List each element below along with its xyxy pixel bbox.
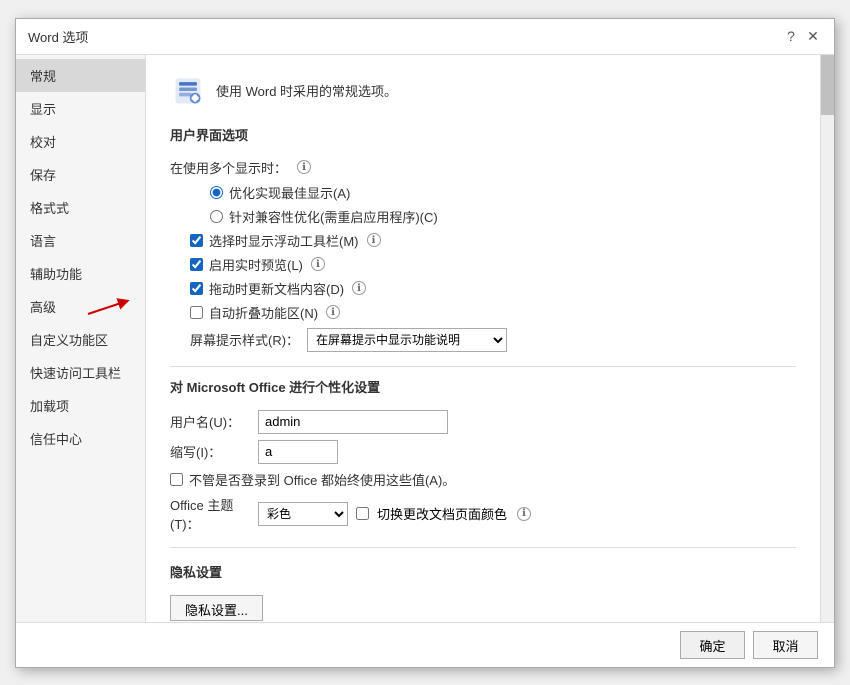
dialog-title: Word 选项 — [28, 27, 88, 46]
compat-radio[interactable] — [210, 210, 223, 223]
optimize-label[interactable]: 优化实现最佳显示(A) — [229, 183, 350, 202]
general-options-icon — [172, 75, 204, 107]
username-row: 用户名(U)： — [170, 410, 796, 434]
drag-update-checkbox[interactable] — [190, 282, 203, 295]
compat-label[interactable]: 针对兼容性优化(需重启应用程序)(C) — [229, 207, 438, 226]
multi-display-label: 在使用多个显示时： — [170, 158, 287, 177]
privacy-section-title: 隐私设置 — [170, 562, 796, 585]
drag-update-label[interactable]: 拖动时更新文档内容(D) — [209, 279, 344, 298]
theme-row: Office 主题(T)： 彩色 深灰色 黑色 白色 切换更改文档页面颜色 ℹ — [170, 495, 796, 533]
change-bg-label[interactable]: 切换更改文档页面颜色 — [377, 504, 507, 523]
optimize-radio-row: 优化实现最佳显示(A) — [170, 183, 796, 202]
multi-display-row: 在使用多个显示时： ℹ — [170, 158, 796, 177]
screen-tip-select[interactable]: 在屏幕提示中显示功能说明 不显示功能说明 不显示屏幕提示 — [307, 328, 507, 352]
multi-display-info-icon[interactable]: ℹ — [297, 160, 311, 174]
section-header: 使用 Word 时采用的常规选项。 — [170, 73, 796, 109]
initials-label: 缩写(I)： — [170, 442, 250, 461]
sidebar-item-addins[interactable]: 加载项 — [16, 389, 145, 422]
separator-1 — [170, 366, 796, 367]
always-use-row: 不管是否登录到 Office 都始终使用这些值(A)。 — [170, 470, 796, 489]
compat-radio-row: 针对兼容性优化(需重启应用程序)(C) — [170, 207, 796, 226]
dialog-body: 常规 显示 校对 保存 格式式 语言 辅助功能 高级 — [16, 55, 834, 622]
sidebar: 常规 显示 校对 保存 格式式 语言 辅助功能 高级 — [16, 55, 146, 622]
scrollbar-thumb[interactable] — [821, 55, 834, 115]
auto-collapse-row: 自动折叠功能区(N) ℹ — [170, 303, 796, 322]
theme-label: Office 主题(T)： — [170, 495, 250, 533]
show-toolbar-checkbox[interactable] — [190, 234, 203, 247]
close-button[interactable]: ✕ — [804, 27, 822, 45]
realtime-preview-checkbox[interactable] — [190, 258, 203, 271]
auto-collapse-checkbox[interactable] — [190, 306, 203, 319]
sidebar-item-display[interactable]: 显示 — [16, 92, 145, 125]
sidebar-item-trust-center[interactable]: 信任中心 — [16, 422, 145, 455]
sidebar-item-quick-access[interactable]: 快速访问工具栏 — [16, 356, 145, 389]
realtime-preview-label[interactable]: 启用实时预览(L) — [209, 255, 303, 274]
section-icon — [170, 73, 206, 109]
drag-update-info-icon[interactable]: ℹ — [352, 281, 366, 295]
separator-2 — [170, 547, 796, 548]
initials-input[interactable] — [258, 440, 338, 464]
help-button[interactable]: ? — [782, 27, 800, 45]
optimize-radio[interactable] — [210, 186, 223, 199]
username-input[interactable] — [258, 410, 448, 434]
show-toolbar-label[interactable]: 选择时显示浮动工具栏(M) — [209, 231, 359, 250]
title-bar-controls: ? ✕ — [782, 27, 822, 45]
show-toolbar-row: 选择时显示浮动工具栏(M) ℹ — [170, 231, 796, 250]
ui-section-title: 用户界面选项 — [170, 125, 796, 148]
personalize-section-title: 对 Microsoft Office 进行个性化设置 — [170, 377, 796, 400]
sidebar-item-language[interactable]: 语言 — [16, 224, 145, 257]
arrow-icon — [86, 294, 136, 324]
always-use-checkbox[interactable] — [170, 473, 183, 486]
section-description: 使用 Word 时采用的常规选项。 — [216, 81, 397, 100]
screen-tip-row: 屏幕提示样式(R)： 在屏幕提示中显示功能说明 不显示功能说明 不显示屏幕提示 — [170, 328, 796, 352]
screen-tip-label: 屏幕提示样式(R)： — [190, 330, 299, 349]
ui-options-group: 用户界面选项 在使用多个显示时： ℹ 优化实现最佳显示(A) 针对兼容性优化(需… — [170, 125, 796, 352]
title-bar: Word 选项 ? ✕ — [16, 19, 834, 55]
drag-update-row: 拖动时更新文档内容(D) ℹ — [170, 279, 796, 298]
username-label: 用户名(U)： — [170, 412, 250, 431]
sidebar-item-save[interactable]: 保存 — [16, 158, 145, 191]
personalize-group: 对 Microsoft Office 进行个性化设置 用户名(U)： 缩写(I)… — [170, 377, 796, 533]
change-bg-info-icon[interactable]: ℹ — [517, 507, 531, 521]
show-toolbar-info-icon[interactable]: ℹ — [367, 233, 381, 247]
always-use-label[interactable]: 不管是否登录到 Office 都始终使用这些值(A)。 — [189, 470, 455, 489]
scrollbar[interactable] — [820, 55, 834, 622]
word-options-dialog: Word 选项 ? ✕ 常规 显示 校对 保存 格式式 语言 辅助功能 高级 — [15, 18, 835, 668]
sidebar-item-accessibility[interactable]: 辅助功能 — [16, 257, 145, 290]
realtime-preview-row: 启用实时预览(L) ℹ — [170, 255, 796, 274]
ok-button[interactable]: 确定 — [680, 631, 745, 659]
cancel-button[interactable]: 取消 — [753, 631, 818, 659]
main-content: 使用 Word 时采用的常规选项。 用户界面选项 在使用多个显示时： ℹ 优化实… — [146, 55, 820, 622]
realtime-preview-info-icon[interactable]: ℹ — [311, 257, 325, 271]
change-bg-checkbox[interactable] — [356, 507, 369, 520]
privacy-button-wrapper: 隐私设置... — [170, 595, 796, 621]
sidebar-item-general[interactable]: 常规 — [16, 59, 145, 92]
dialog-footer: 确定 取消 — [16, 622, 834, 667]
auto-collapse-label[interactable]: 自动折叠功能区(N) — [209, 303, 318, 322]
initials-row: 缩写(I)： — [170, 440, 796, 464]
privacy-section: 隐私设置 隐私设置... — [170, 562, 796, 621]
theme-select[interactable]: 彩色 深灰色 黑色 白色 — [258, 502, 348, 526]
privacy-settings-button[interactable]: 隐私设置... — [170, 595, 263, 621]
auto-collapse-info-icon[interactable]: ℹ — [326, 305, 340, 319]
sidebar-item-advanced[interactable]: 高级 — [16, 290, 145, 323]
sidebar-item-customize-ribbon[interactable]: 自定义功能区 — [16, 323, 145, 356]
sidebar-item-format[interactable]: 格式式 — [16, 191, 145, 224]
sidebar-item-proofing[interactable]: 校对 — [16, 125, 145, 158]
